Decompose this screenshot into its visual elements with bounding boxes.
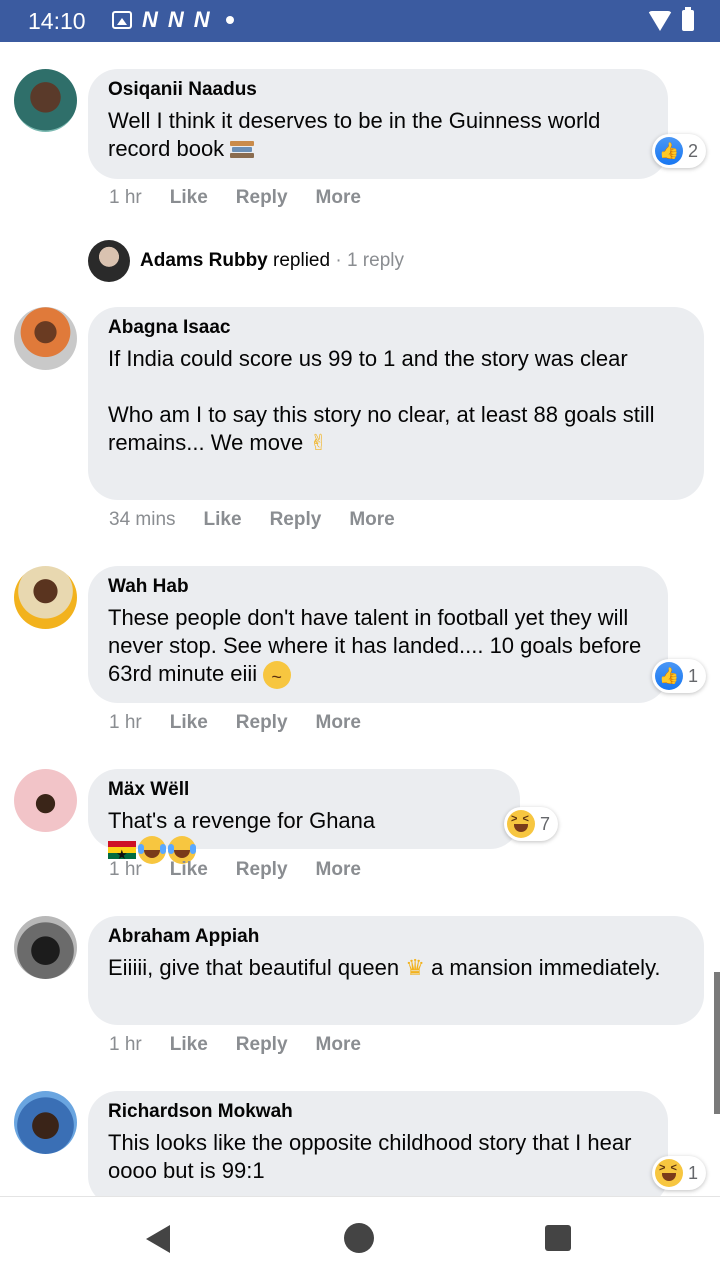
more-button[interactable]: More (316, 712, 361, 734)
wifi-icon (648, 10, 672, 31)
comment-author[interactable]: Mäx Wëll (108, 779, 500, 801)
reaction-summary[interactable]: 1 (652, 1156, 707, 1190)
more-button[interactable]: More (349, 509, 394, 531)
notification-icons: N N N (112, 7, 234, 32)
reply-count: · 1 reply (335, 250, 404, 271)
n-notification-icon: N (142, 7, 158, 32)
reply-author: Adams Rubby (140, 250, 268, 271)
comment-author[interactable]: Osiqanii Naadus (108, 79, 648, 101)
comment-author[interactable]: Abagna Isaac (108, 317, 684, 339)
comment-bubble[interactable]: Osiqanii Naadus Well I think it deserves… (88, 69, 668, 179)
reaction-count: 2 (688, 140, 699, 161)
comment-bubble[interactable]: Mäx Wëll That's a revenge for Ghana (88, 769, 520, 869)
avatar[interactable] (14, 1091, 77, 1154)
n-notification-icon: N (193, 7, 210, 32)
status-bar: 14:10 N N N (0, 0, 720, 42)
status-time: 14:10 (28, 8, 86, 34)
avatar[interactable] (14, 307, 77, 370)
reply-button[interactable]: Reply (236, 187, 288, 209)
like-button[interactable]: Like (170, 859, 208, 881)
comment-time[interactable]: 1 hr (109, 187, 142, 209)
avatar (88, 240, 130, 282)
haha-reaction-icon (507, 810, 535, 838)
home-icon[interactable] (344, 1223, 374, 1253)
like-button[interactable]: Like (204, 509, 242, 531)
avatar[interactable] (14, 566, 77, 629)
comment-time[interactable]: 1 hr (109, 712, 142, 734)
reaction-count: 1 (688, 1162, 699, 1183)
comment-author[interactable]: Richardson Mokwah (108, 1101, 648, 1123)
comment-text: Who am I to say this story no clear, at … (108, 402, 655, 455)
comment-text: If India could score us 99 to 1 and the … (108, 346, 628, 371)
back-icon[interactable] (146, 1225, 170, 1253)
comment-time[interactable]: 1 hr (109, 859, 142, 881)
reply-button[interactable]: Reply (236, 712, 288, 734)
like-reaction-icon: 👍 (655, 137, 683, 165)
crown-emoji-icon: ♛ (405, 955, 425, 980)
avatar[interactable] (14, 916, 77, 979)
comment-author[interactable]: Abraham Appiah (108, 926, 684, 948)
image-notification-icon (112, 11, 132, 29)
reply-verb: replied (273, 250, 331, 271)
avatar[interactable] (14, 69, 77, 132)
comment-actions: 1 hr Like Reply More (109, 1034, 389, 1056)
more-button[interactable]: More (316, 1034, 361, 1056)
reply-thread-link[interactable]: Adams Rubby replied · 1 reply (88, 240, 404, 282)
battery-icon (682, 7, 694, 31)
books-emoji-icon (230, 139, 256, 159)
avatar[interactable] (14, 769, 77, 832)
comment-actions: 1 hr Like Reply More (109, 712, 389, 734)
comment-text: This looks like the opposite childhood s… (108, 1130, 632, 1183)
reaction-summary[interactable]: 👍 2 (652, 134, 707, 168)
more-button[interactable]: More (316, 187, 361, 209)
comment-actions: 1 hr Like Reply More (109, 187, 389, 209)
comment-actions: 34 mins Like Reply More (109, 509, 423, 531)
comment-bubble[interactable]: Abagna Isaac If India could score us 99 … (88, 307, 704, 500)
comment-bubble[interactable]: Richardson Mokwah This looks like the op… (88, 1091, 668, 1206)
reply-button[interactable]: Reply (270, 509, 322, 531)
comment-time[interactable]: 34 mins (109, 509, 176, 531)
reply-button[interactable]: Reply (236, 859, 288, 881)
scrollbar[interactable] (714, 972, 720, 1114)
victory-hand-emoji-icon: ✌ (309, 430, 328, 455)
like-reaction-icon: 👍 (655, 662, 683, 690)
more-notifications-dot-icon (225, 16, 234, 24)
like-button[interactable]: Like (170, 1034, 208, 1056)
reaction-count: 7 (540, 813, 551, 834)
comment-text: Well I think it deserves to be in the Gu… (108, 108, 601, 161)
n-notification-icon: N (167, 7, 184, 32)
comment-text: That's a revenge for Ghana (108, 807, 500, 869)
reply-button[interactable]: Reply (236, 1034, 288, 1056)
thinking-emoji-icon (263, 661, 292, 691)
system-navigation-bar (0, 1196, 720, 1281)
reaction-summary[interactable]: 7 (504, 807, 559, 841)
comment-bubble[interactable]: Wah Hab These people don't have talent i… (88, 566, 668, 703)
comment-text: These people don't have talent in footba… (108, 604, 648, 691)
ghana-flag-emoji-icon (108, 841, 136, 869)
comment-actions: 1 hr Like Reply More (109, 859, 389, 881)
comment-time[interactable]: 1 hr (109, 1034, 142, 1056)
comment-author[interactable]: Wah Hab (108, 576, 648, 598)
more-button[interactable]: More (316, 859, 361, 881)
reaction-summary[interactable]: 👍 1 (652, 659, 707, 693)
comment-text: Eiiiii, give that beautiful queen ♛ a ma… (108, 955, 661, 980)
recent-apps-icon[interactable] (545, 1225, 571, 1251)
like-button[interactable]: Like (170, 187, 208, 209)
comment-bubble[interactable]: Abraham Appiah Eiiiii, give that beautif… (88, 916, 704, 1025)
haha-reaction-icon (655, 1159, 683, 1187)
reaction-count: 1 (688, 665, 699, 686)
like-button[interactable]: Like (170, 712, 208, 734)
